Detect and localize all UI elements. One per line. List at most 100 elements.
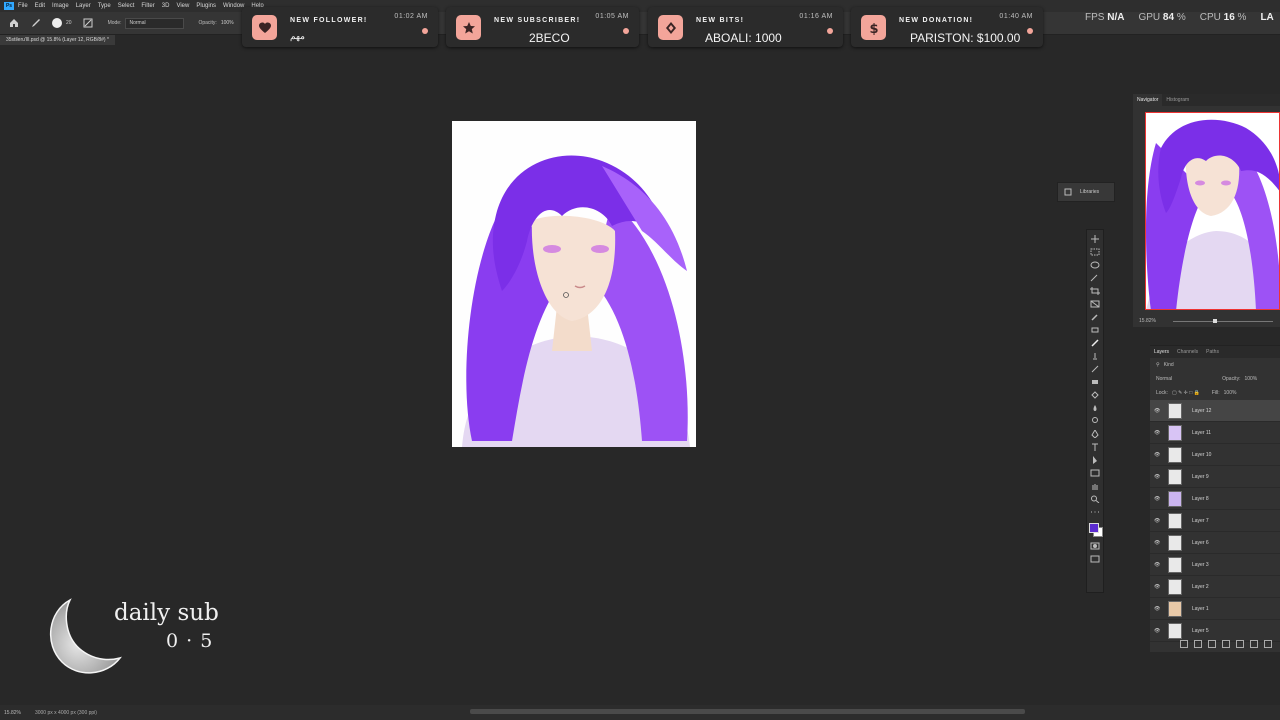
photoshop-logo-icon: Ps xyxy=(4,2,14,10)
type-tool-icon[interactable] xyxy=(1090,443,1100,451)
paint-bucket-tool-icon[interactable] xyxy=(1090,391,1100,399)
layer-row[interactable]: 👁 Layer 9 xyxy=(1150,466,1280,488)
visibility-eye-icon[interactable]: 👁 xyxy=(1154,452,1162,458)
visibility-eye-icon[interactable]: 👁 xyxy=(1154,518,1162,524)
screen-mode-icon[interactable] xyxy=(1090,555,1100,563)
marquee-tool-icon[interactable] xyxy=(1090,248,1100,256)
layer-row[interactable]: 👁 Layer 5 xyxy=(1150,620,1280,642)
navigator-zoom-slider[interactable] xyxy=(1173,319,1273,323)
tab-layers[interactable]: Layers xyxy=(1150,349,1173,355)
layer-row[interactable]: 👁 Layer 3 xyxy=(1150,554,1280,576)
menu-image[interactable]: Image xyxy=(52,3,69,9)
link-layers-icon[interactable] xyxy=(1180,640,1188,648)
tab-histogram[interactable]: Histogram xyxy=(1162,97,1193,103)
frame-tool-icon[interactable] xyxy=(1090,300,1100,308)
menu-select[interactable]: Select xyxy=(118,3,135,9)
visibility-eye-icon[interactable]: 👁 xyxy=(1154,540,1162,546)
add-mask-icon[interactable] xyxy=(1208,640,1216,648)
menu-window[interactable]: Window xyxy=(223,3,244,9)
notification-name: PARISTON: $100.00 xyxy=(910,31,1021,45)
navigator-preview[interactable] xyxy=(1145,112,1280,310)
mode-select[interactable]: Normal xyxy=(125,17,185,29)
lock-icons[interactable]: ▢ ✎ ✛ □ 🔒 xyxy=(1172,390,1200,396)
menu-file[interactable]: File xyxy=(18,3,28,9)
menu-edit[interactable]: Edit xyxy=(35,3,45,9)
delete-layer-icon[interactable] xyxy=(1264,640,1272,648)
pen-tool-icon[interactable] xyxy=(1090,430,1100,438)
tab-navigator[interactable]: Navigator xyxy=(1133,94,1163,106)
new-layer-icon[interactable] xyxy=(1250,640,1258,648)
lasso-tool-icon[interactable] xyxy=(1090,261,1100,269)
navigator-panel: Navigator Histogram 15.82% xyxy=(1133,94,1280,327)
blend-mode-select[interactable]: Normal xyxy=(1156,376,1172,382)
clone-stamp-tool-icon[interactable] xyxy=(1090,352,1100,360)
notification-new-donation: $ NEW DONATION! 01:40 AM PARISTON: $100.… xyxy=(851,7,1043,47)
dodge-tool-icon[interactable] xyxy=(1090,417,1100,425)
history-brush-tool-icon[interactable] xyxy=(1090,365,1100,373)
path-selection-tool-icon[interactable] xyxy=(1090,456,1100,464)
layer-row[interactable]: 👁 Layer 12 xyxy=(1150,400,1280,422)
blur-tool-icon[interactable] xyxy=(1090,404,1100,412)
menu-3d[interactable]: 3D xyxy=(162,3,170,9)
navigator-zoom-value[interactable]: 15.82% xyxy=(1139,318,1156,324)
eraser-tool-icon[interactable] xyxy=(1090,378,1100,386)
brush-size-value: 20 xyxy=(66,20,72,26)
layer-filter-kind[interactable]: Kind xyxy=(1164,362,1174,368)
more-tools-icon[interactable] xyxy=(1090,508,1100,516)
layer-style-icon[interactable] xyxy=(1194,640,1202,648)
eyedropper-tool-icon[interactable] xyxy=(1090,313,1100,321)
visibility-eye-icon[interactable]: 👁 xyxy=(1154,408,1162,414)
visibility-eye-icon[interactable]: 👁 xyxy=(1154,606,1162,612)
brush-tool-icon[interactable] xyxy=(1090,339,1100,347)
layer-opacity-value[interactable]: 100% xyxy=(1244,376,1257,382)
layer-row[interactable]: 👁 Layer 11 xyxy=(1150,422,1280,444)
new-group-icon[interactable] xyxy=(1236,640,1244,648)
layer-row[interactable]: 👁 Layer 1 xyxy=(1150,598,1280,620)
menu-filter[interactable]: Filter xyxy=(141,3,154,9)
visibility-eye-icon[interactable]: 👁 xyxy=(1154,628,1162,634)
home-icon[interactable] xyxy=(8,17,20,29)
menu-plugins[interactable]: Plugins xyxy=(196,3,216,9)
adjustment-layer-icon[interactable] xyxy=(1222,640,1230,648)
layer-row[interactable]: 👁 Layer 10 xyxy=(1150,444,1280,466)
menu-type[interactable]: Type xyxy=(98,3,111,9)
zoom-tool-icon[interactable] xyxy=(1090,495,1100,503)
move-tool-icon[interactable] xyxy=(1090,235,1100,243)
status-zoom[interactable]: 15.82% xyxy=(4,710,21,716)
document-tab[interactable]: 35stileru’lll.psd @ 15.8% (Layer 12, RGB… xyxy=(0,35,115,45)
quick-mask-icon[interactable] xyxy=(1090,542,1100,550)
menu-view[interactable]: View xyxy=(176,3,189,9)
opacity-label: Opacity: xyxy=(198,20,217,26)
rectangle-tool-icon[interactable] xyxy=(1090,469,1100,477)
horizontal-scrollbar[interactable] xyxy=(470,709,1025,714)
layer-row[interactable]: 👁 Layer 6 xyxy=(1150,532,1280,554)
layer-row[interactable]: 👁 Layer 8 xyxy=(1150,488,1280,510)
color-swatches[interactable] xyxy=(1088,521,1103,537)
fill-value[interactable]: 100% xyxy=(1224,390,1237,396)
visibility-eye-icon[interactable]: 👁 xyxy=(1154,496,1162,502)
notification-dot xyxy=(422,28,428,34)
hand-tool-icon[interactable] xyxy=(1090,482,1100,490)
visibility-eye-icon[interactable]: 👁 xyxy=(1154,474,1162,480)
document-canvas[interactable] xyxy=(452,121,696,447)
layer-name: Layer 6 xyxy=(1192,539,1209,546)
navigator-zoom-slider-knob[interactable] xyxy=(1213,319,1217,323)
libraries-panel-button[interactable]: Libraries xyxy=(1057,182,1115,202)
crop-tool-icon[interactable] xyxy=(1090,287,1100,295)
dollar-icon: $ xyxy=(861,15,886,40)
brush-preset-picker[interactable] xyxy=(52,18,62,28)
healing-brush-tool-icon[interactable] xyxy=(1090,326,1100,334)
magic-wand-tool-icon[interactable] xyxy=(1090,274,1100,282)
layer-row[interactable]: 👁 Layer 2 xyxy=(1150,576,1280,598)
brush-tool-icon[interactable] xyxy=(30,17,42,29)
layer-row[interactable]: 👁 Layer 7 xyxy=(1150,510,1280,532)
tab-channels[interactable]: Channels xyxy=(1173,349,1202,355)
foreground-color-swatch[interactable] xyxy=(1089,523,1099,533)
visibility-eye-icon[interactable]: 👁 xyxy=(1154,584,1162,590)
visibility-eye-icon[interactable]: 👁 xyxy=(1154,430,1162,436)
brush-settings-icon[interactable] xyxy=(82,17,94,29)
menu-layer[interactable]: Layer xyxy=(76,3,91,9)
visibility-eye-icon[interactable]: 👁 xyxy=(1154,562,1162,568)
opacity-value[interactable]: 100% xyxy=(221,20,234,26)
tab-paths[interactable]: Paths xyxy=(1202,349,1223,355)
